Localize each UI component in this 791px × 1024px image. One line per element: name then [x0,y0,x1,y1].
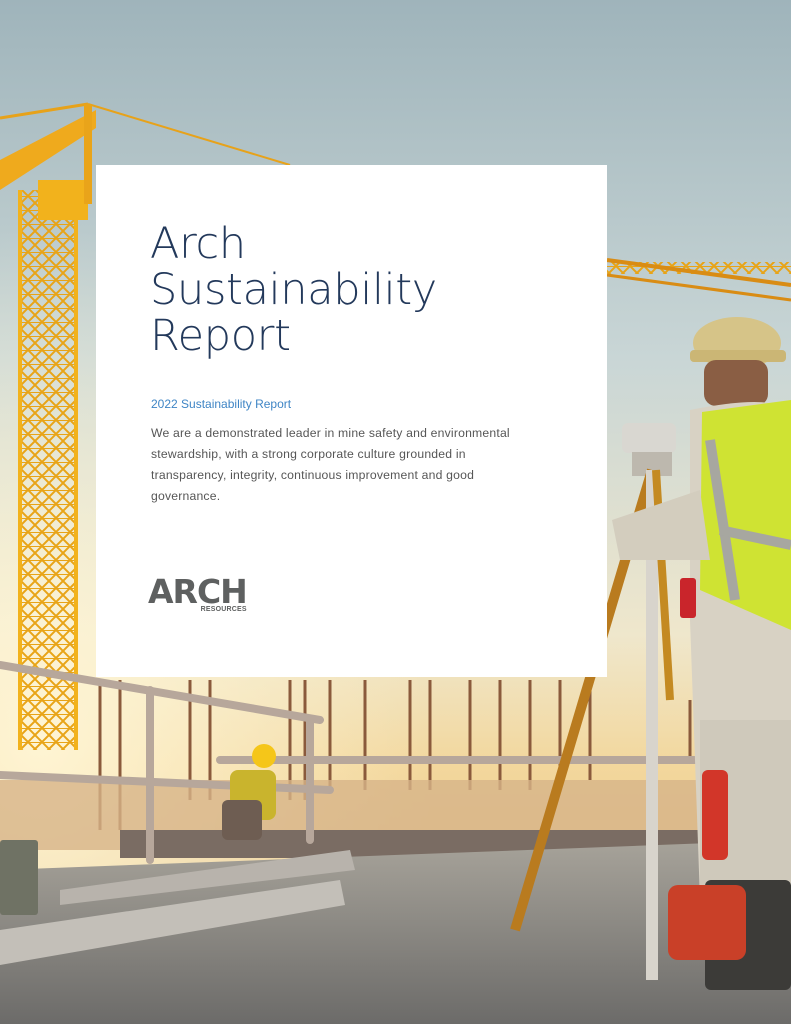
title-line-1: Arch [150,219,246,269]
report-title: Arch Sustainability Report [150,221,437,359]
cover-card: Arch Sustainability Report 2022 Sustaina… [96,165,607,677]
report-subtitle: 2022 Sustainability Report [151,397,292,411]
intro-paragraph: We are a demonstrated leader in mine saf… [151,426,510,503]
logo-wordmark: ARCH [148,572,248,611]
arch-resources-logo: ARCH RESOURCES [148,572,248,613]
title-line-3: Report [150,311,291,361]
title-line-2: Sustainability [150,265,437,315]
